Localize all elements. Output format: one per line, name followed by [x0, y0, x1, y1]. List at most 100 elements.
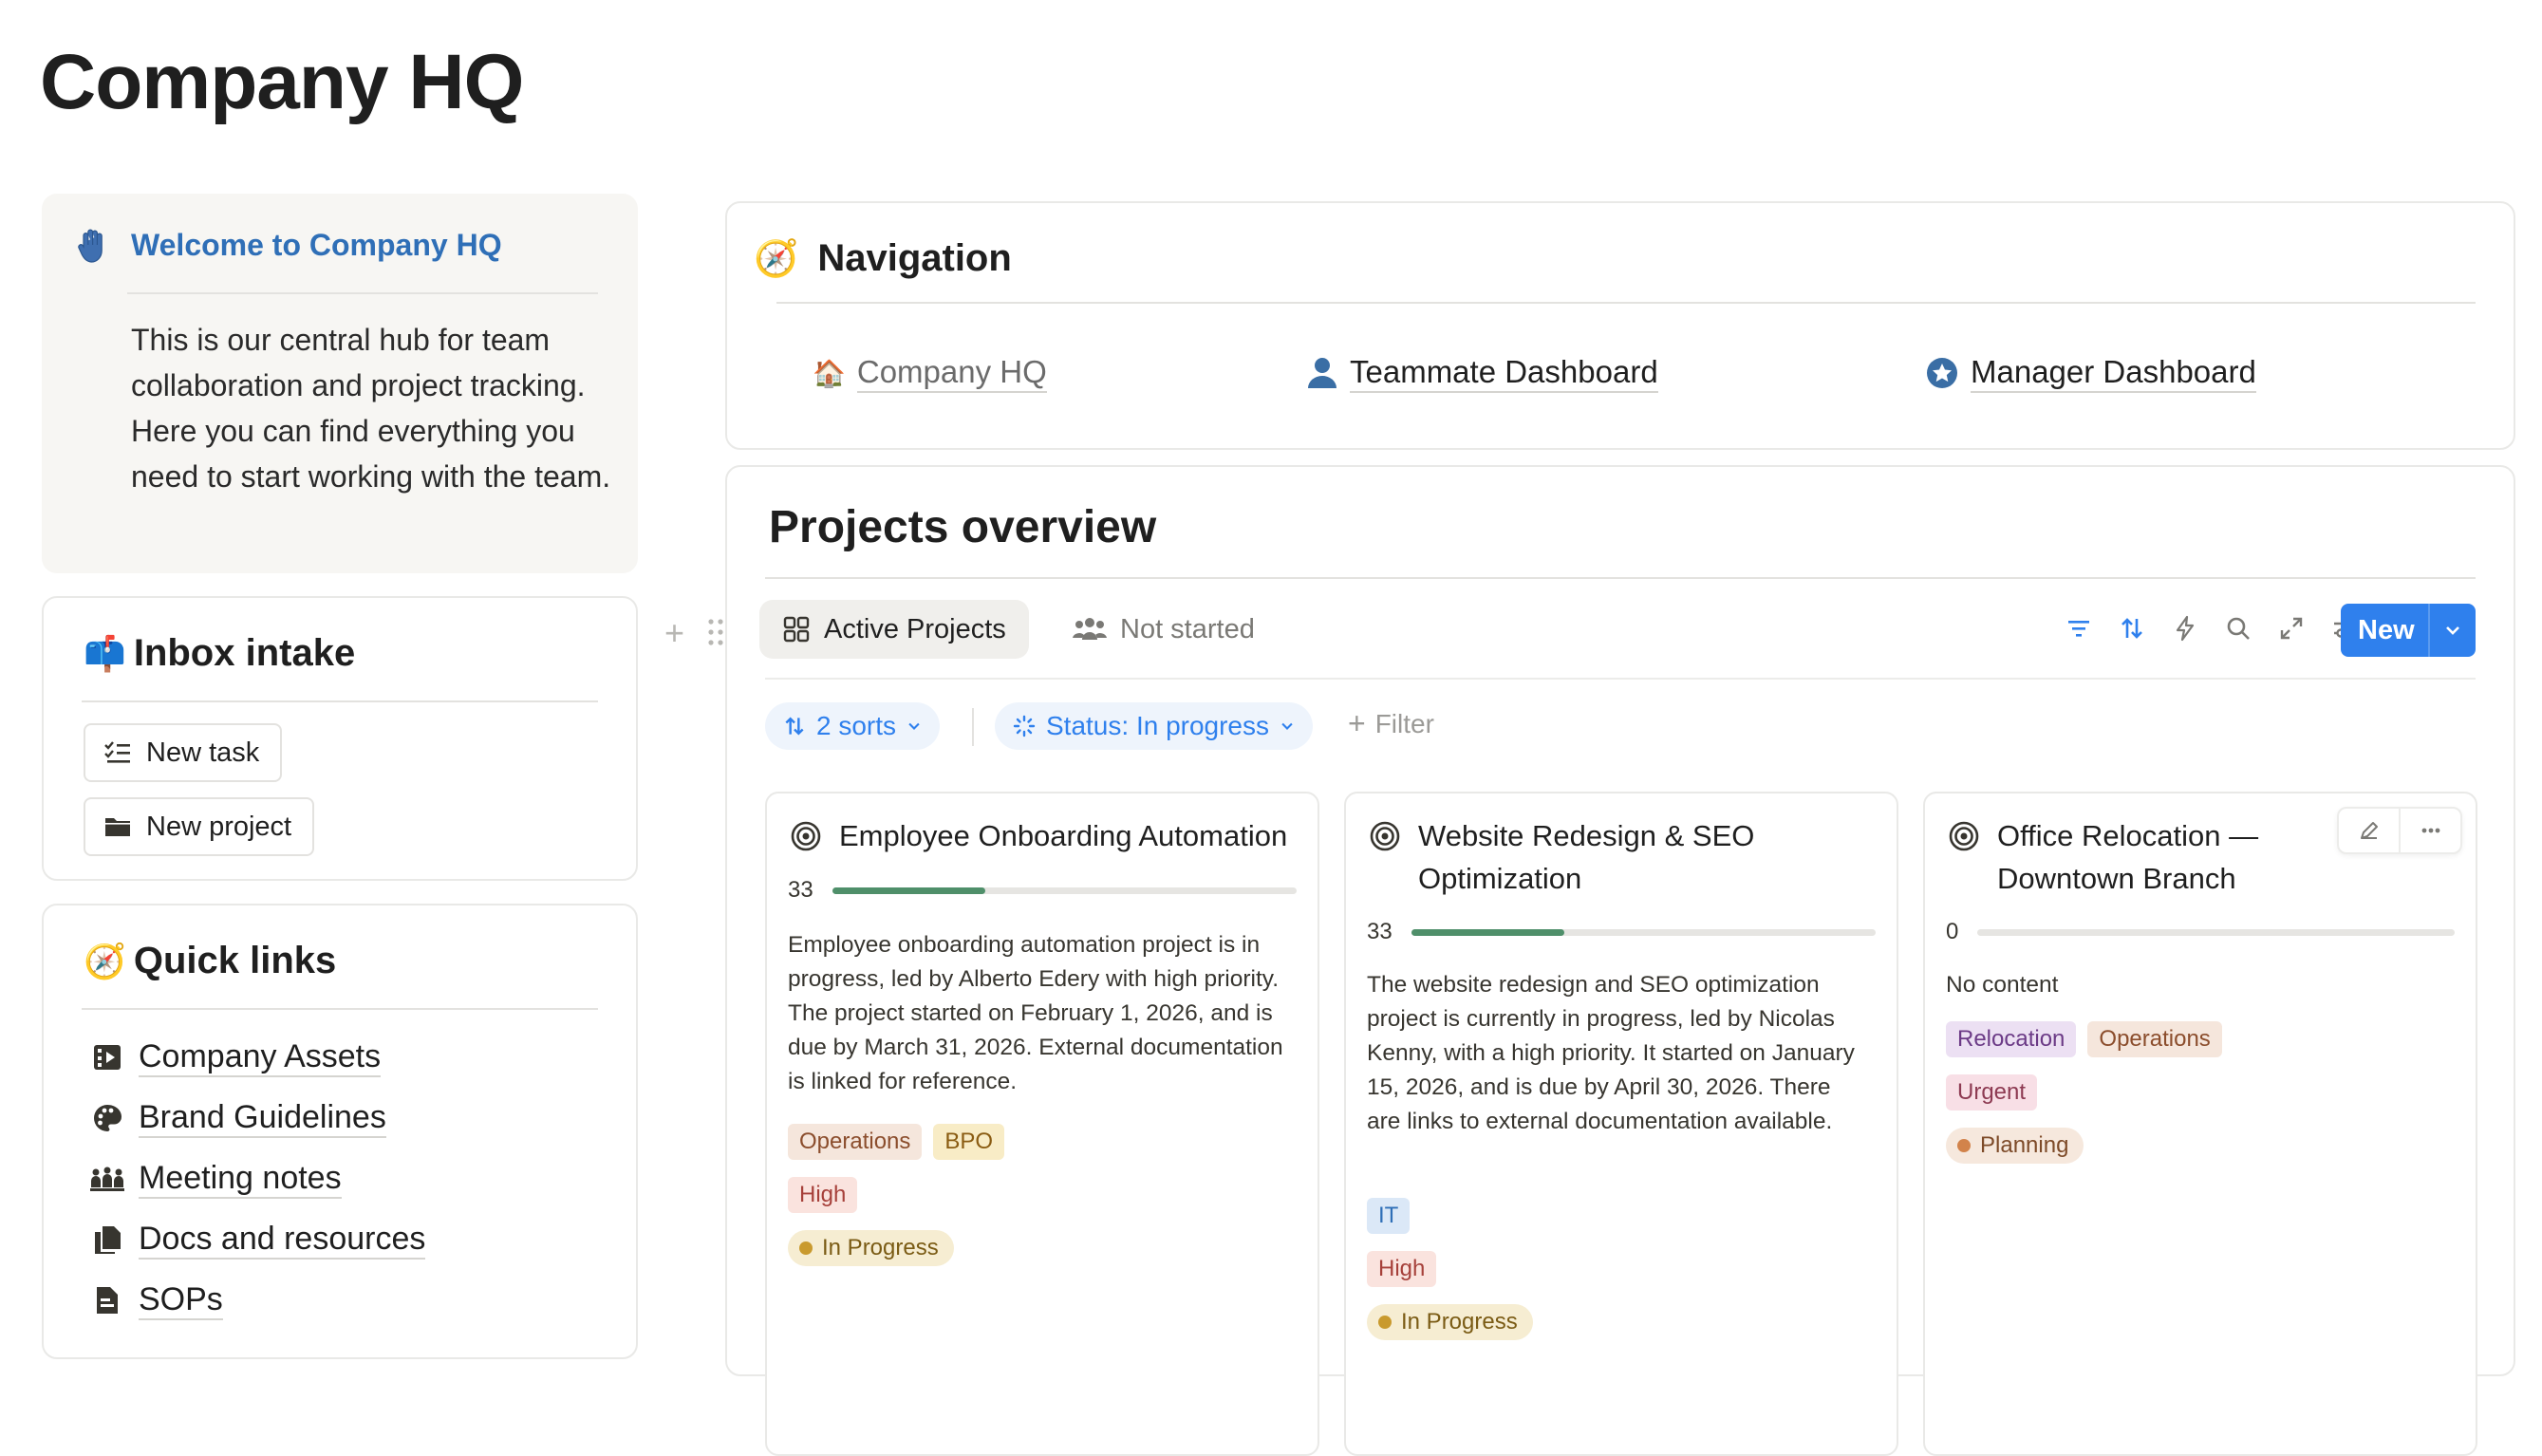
new-button-label: New [2358, 614, 2415, 645]
nav-link-teammate-dashboard[interactable]: Teammate Dashboard [1306, 353, 1658, 393]
priority-row: High [788, 1177, 858, 1213]
automation-bolt-icon[interactable] [2168, 611, 2202, 645]
progress-track [1977, 928, 2455, 936]
people-icon [1073, 618, 1107, 640]
priority-row: Urgent [1946, 1074, 2038, 1111]
tab-label: Not started [1120, 613, 1255, 644]
tag: Operations [788, 1124, 923, 1160]
chevron-down-icon [1281, 722, 1293, 730]
filter-icon[interactable] [2062, 611, 2096, 645]
progress-value: 33 [788, 877, 813, 903]
compass-icon: 🧭 [754, 238, 799, 279]
status-dot [1378, 1316, 1392, 1329]
quick-links-heading: 🧭 Quick links [84, 940, 336, 982]
project-description: The website redesign and SEO optimizatio… [1367, 972, 1855, 1134]
nav-link-manager-dashboard[interactable]: Manager Dashboard [1925, 353, 2256, 393]
divider [127, 292, 598, 294]
more-options-icon[interactable] [2401, 809, 2460, 852]
divider [765, 577, 2476, 579]
quick-link-docs-resources[interactable]: Docs and resources [89, 1209, 426, 1270]
add-block-icon[interactable]: + [664, 613, 684, 653]
edit-pencil-icon[interactable] [2339, 809, 2399, 852]
project-card-title: Employee Onboarding Automation [790, 814, 1299, 857]
sop-document-icon [89, 1282, 125, 1318]
target-icon [1949, 821, 1979, 851]
navigation-heading: 🧭 Navigation [754, 237, 1012, 280]
quick-link-brand-guidelines[interactable]: Brand Guidelines [89, 1088, 425, 1148]
add-filter-label: Filter [1374, 708, 1434, 738]
grid-icon [783, 616, 810, 643]
mailbox-icon: 📫 [84, 633, 126, 673]
tag: BPO [933, 1124, 1005, 1160]
navigation-title: Navigation [817, 237, 1012, 279]
status-dot [799, 1241, 813, 1255]
status-row: In Progress [1367, 1304, 1533, 1340]
chevron-down-icon[interactable] [2430, 620, 2476, 641]
progress: 0 [1946, 919, 2455, 945]
folder-icon [105, 818, 130, 836]
documents-icon [89, 1222, 125, 1258]
new-project-label: New project [146, 811, 292, 842]
plus-icon: + [1348, 706, 1366, 740]
project-card[interactable]: Website Redesign & SEO Optimization 33 T… [1344, 792, 1898, 1456]
nav-link-company-hq[interactable]: 🏠 Company HQ [813, 353, 1047, 393]
quick-link-company-assets[interactable]: Company Assets [89, 1027, 425, 1088]
new-project-button[interactable]: New project [84, 797, 315, 856]
house-icon: 🏠 [813, 358, 846, 388]
tag: Operations [2087, 1021, 2222, 1057]
status-row: In Progress [788, 1230, 954, 1266]
projects-overview-card: Projects overview Active Projects Not st… [725, 465, 2515, 1456]
project-description: No content [1946, 972, 2059, 998]
tag-row: IT [1367, 1198, 1411, 1234]
priority-tag: High [788, 1177, 858, 1213]
divider [972, 708, 974, 746]
add-filter-button[interactable]: + Filter [1348, 706, 1434, 741]
divider [82, 700, 598, 702]
page-title: Company HQ [40, 39, 524, 125]
card-actions [2337, 807, 2462, 854]
expand-icon[interactable] [2274, 611, 2308, 645]
new-task-button[interactable]: New task [84, 723, 283, 782]
nav-link-label: Manager Dashboard [1971, 353, 2256, 393]
status-label: In Progress [822, 1235, 939, 1260]
project-card-title: Website Redesign & SEO Optimization [1369, 814, 1878, 900]
status-filter-label: Status: In progress [1046, 711, 1270, 740]
nav-link-label: Teammate Dashboard [1350, 353, 1658, 393]
divider [765, 678, 2476, 680]
progress-track [832, 887, 1297, 894]
quick-link-meeting-notes[interactable]: Meeting notes [89, 1148, 425, 1209]
chevron-down-icon [908, 722, 920, 730]
tab-not-started[interactable]: Not started [1050, 600, 1278, 659]
new-task-label: New task [146, 737, 260, 768]
priority-tag: High [1367, 1251, 1437, 1287]
status-badge: Planning [1946, 1128, 2084, 1164]
search-icon[interactable] [2221, 611, 2255, 645]
palette-icon [89, 1100, 125, 1136]
inbox-intake-heading: 📫 Inbox intake [84, 632, 355, 675]
divider [776, 302, 2476, 304]
status-badge: In Progress [788, 1230, 954, 1266]
divider [82, 1008, 598, 1010]
navigation-card: 🧭 Navigation 🏠 Company HQ Teammate Dashb… [725, 201, 2515, 450]
project-title: Website Redesign & SEO Optimization [1418, 819, 1755, 895]
welcome-title[interactable]: Welcome to Company HQ [131, 228, 502, 263]
status-filter-chip[interactable]: Status: In progress [995, 702, 1314, 750]
status-badge: In Progress [1367, 1304, 1533, 1340]
quick-link-label: SOPs [139, 1280, 223, 1320]
new-button[interactable]: New [2341, 604, 2476, 657]
tag-row: Operations BPO [788, 1124, 1005, 1160]
quick-link-label: Company Assets [139, 1037, 382, 1077]
sorts-chip[interactable]: 2 sorts [765, 702, 941, 750]
quick-link-sops[interactable]: SOPs [89, 1270, 425, 1331]
status-label: In Progress [1401, 1309, 1518, 1335]
project-card[interactable]: Employee Onboarding Automation 33 Employ… [765, 792, 1319, 1456]
progress-fill [1411, 928, 1565, 936]
target-icon [791, 821, 821, 851]
tag-row: Relocation Operations [1946, 1021, 2222, 1057]
projects-overview-title: Projects overview [769, 502, 1157, 552]
status-dot [1957, 1139, 1971, 1152]
project-card[interactable]: Office Relocation — Downtown Branch 0 No… [1923, 792, 2477, 1456]
drag-handle-icon[interactable] [706, 617, 725, 647]
sort-icon[interactable] [2115, 611, 2149, 645]
tab-active-projects[interactable]: Active Projects [759, 600, 1029, 659]
